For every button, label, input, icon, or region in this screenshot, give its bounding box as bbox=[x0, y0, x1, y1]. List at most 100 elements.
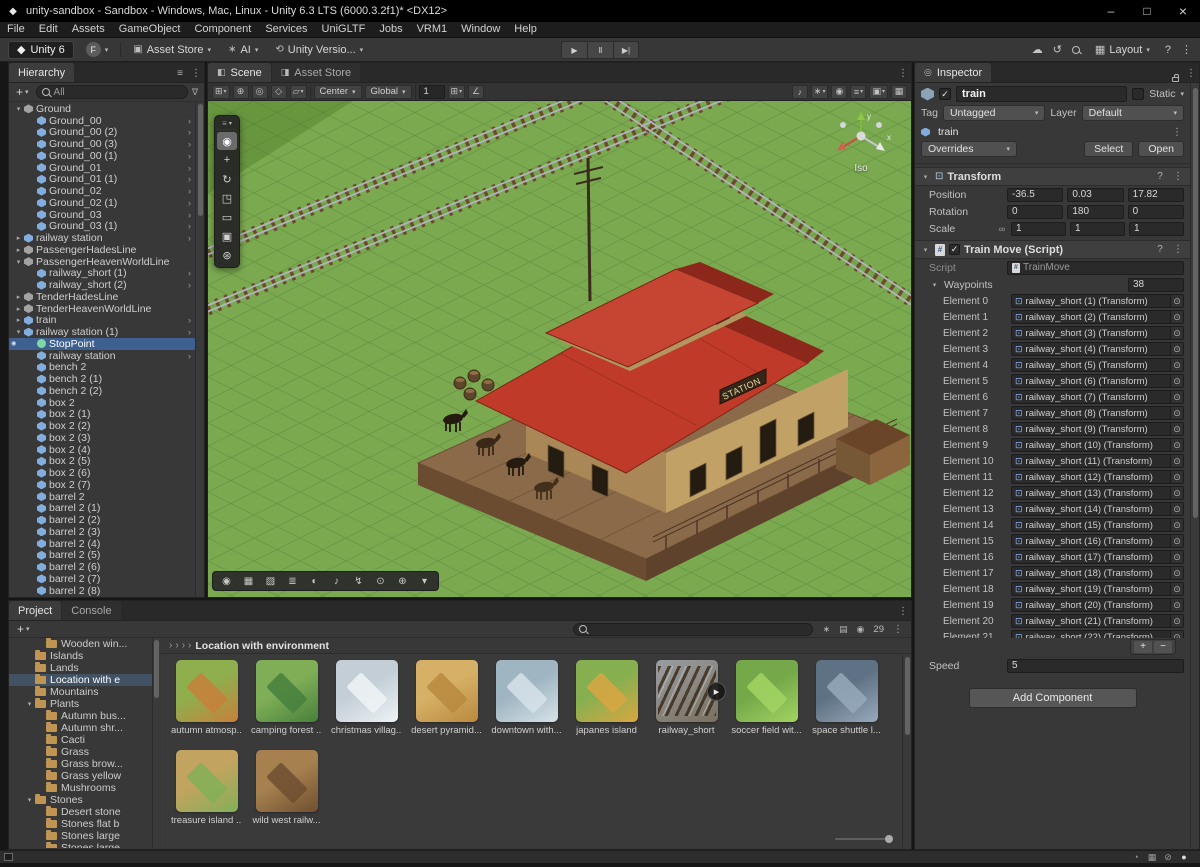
waypoint-element-1[interactable]: Element 1⊡railway_short (2) (Transform)⊙ bbox=[915, 309, 1190, 325]
breadcrumb-chevron-icon[interactable]: › bbox=[188, 640, 191, 651]
asset-autumn-atmosp[interactable]: autumn atmosp... bbox=[171, 660, 242, 736]
prefab-open-button[interactable]: Open bbox=[1138, 141, 1184, 157]
lighting-toggle-icon[interactable]: ◐ bbox=[304, 573, 325, 589]
waypoints-foldout-icon[interactable]: ▾ bbox=[929, 281, 940, 289]
waypoint-element-11[interactable]: Element 11⊡railway_short (12) (Transform… bbox=[915, 469, 1190, 485]
hierarchy-filter-icon[interactable]: ∇ bbox=[192, 87, 200, 98]
measure-icon[interactable]: ⊕ bbox=[392, 573, 413, 589]
object-picker-icon[interactable]: ⊙ bbox=[1170, 375, 1183, 387]
pivot-rotation-toggle[interactable]: ⊕ bbox=[233, 85, 249, 99]
hierarchy-options-icon[interactable]: ≡ bbox=[172, 64, 188, 82]
angle-snap-icon[interactable]: ∠ bbox=[468, 85, 484, 99]
tab-hierarchy[interactable]: Hierarchy bbox=[9, 63, 74, 82]
hierarchy-item-barrel-2-5[interactable]: barrel 2 (5) bbox=[9, 550, 195, 562]
object-field[interactable]: ⊡railway_short (21) (Transform)⊙ bbox=[1011, 614, 1184, 628]
foldout-closed-icon[interactable]: ▸ bbox=[13, 234, 24, 242]
scene-viewport[interactable]: STATION bbox=[208, 101, 911, 597]
folder-stones-large[interactable]: Stones large bbox=[9, 830, 159, 842]
projection-mode-label[interactable]: Iso bbox=[823, 163, 899, 174]
hierarchy-item-ground-00[interactable]: Ground_00› bbox=[9, 115, 195, 127]
transform-tool[interactable]: ▣ bbox=[217, 227, 237, 245]
scene-panel-menu-icon[interactable]: ⋮ bbox=[895, 64, 911, 82]
rect-tool[interactable]: ▭ bbox=[217, 208, 237, 226]
menu-services[interactable]: Services bbox=[258, 22, 314, 38]
object-picker-icon[interactable]: ⊙ bbox=[1170, 631, 1183, 638]
scale-x-field[interactable]: 1 bbox=[1011, 222, 1066, 236]
prefab-overrides-dropdown[interactable]: Overrides▾ bbox=[921, 141, 1017, 157]
hierarchy-item-barrel-2-6[interactable]: barrel 2 (6) bbox=[9, 561, 195, 573]
minimize-button[interactable]: – bbox=[1094, 0, 1128, 22]
zoom-slider-track[interactable] bbox=[835, 838, 888, 840]
shading-mode-icon[interactable]: ▧ bbox=[260, 573, 281, 589]
waypoint-element-13[interactable]: Element 13⊡railway_short (14) (Transform… bbox=[915, 501, 1190, 517]
prefab-children-chevron-icon[interactable]: › bbox=[188, 174, 195, 184]
tab-inspector[interactable]: ◎ Inspector bbox=[915, 63, 991, 82]
project-search-input[interactable] bbox=[573, 623, 813, 636]
folder-grass[interactable]: Grass bbox=[9, 746, 159, 758]
object-field[interactable]: ⊡railway_short (4) (Transform)⊙ bbox=[1011, 342, 1184, 356]
tab-console[interactable]: Console bbox=[62, 601, 120, 620]
object-field[interactable]: ⊡railway_short (14) (Transform)⊙ bbox=[1011, 502, 1184, 516]
layer-dropdown[interactable]: Default▾ bbox=[1082, 105, 1184, 121]
version-control-button[interactable]: ⟲ Unity Versio... ▾ bbox=[270, 41, 368, 59]
menu-edit[interactable]: Edit bbox=[32, 22, 65, 38]
waypoint-element-0[interactable]: Element 0⊡railway_short (1) (Transform)⊙ bbox=[915, 293, 1190, 309]
object-field[interactable]: ⊡railway_short (13) (Transform)⊙ bbox=[1011, 486, 1184, 500]
folder-islands[interactable]: Islands bbox=[9, 650, 159, 662]
hierarchy-item-ground-01-1[interactable]: Ground_01 (1)› bbox=[9, 174, 195, 186]
hierarchy-item-box-2[interactable]: box 2 bbox=[9, 397, 195, 409]
hierarchy-item-box-2-4[interactable]: box 2 (4) bbox=[9, 444, 195, 456]
breadcrumb-chevron-icon[interactable]: › bbox=[182, 640, 185, 651]
pivot-center-toggle[interactable]: ◎ bbox=[252, 85, 268, 99]
array-add-button[interactable]: + bbox=[1134, 641, 1152, 653]
hierarchy-item-railway-short-1[interactable]: railway_short (1)› bbox=[9, 268, 195, 280]
hierarchy-item-train[interactable]: ▸train› bbox=[9, 315, 195, 327]
hierarchy-item-stoppoint[interactable]: ◉StopPoint bbox=[9, 338, 195, 350]
prefab-menu-icon[interactable]: ⋮ bbox=[1170, 127, 1184, 138]
hierarchy-item-ground-03-1[interactable]: Ground_03 (1)› bbox=[9, 221, 195, 233]
folder-tree-scrollbar-thumb[interactable] bbox=[154, 640, 159, 698]
object-picker-icon[interactable]: ⊙ bbox=[1170, 551, 1183, 563]
object-field[interactable]: ⊡railway_short (20) (Transform)⊙ bbox=[1011, 598, 1184, 612]
position-z-field[interactable]: 17.82 bbox=[1128, 188, 1184, 202]
hierarchy-item-bench-2[interactable]: bench 2 bbox=[9, 362, 195, 374]
pivot-mode-dropdown[interactable]: Center▾ bbox=[314, 85, 362, 99]
foldout-closed-icon[interactable]: ▸ bbox=[13, 246, 24, 254]
folder-desert-stone[interactable]: Desert stone bbox=[9, 806, 159, 818]
asset-christmas-villag[interactable]: christmas villag... bbox=[331, 660, 402, 736]
object-field[interactable]: ⊡railway_short (18) (Transform)⊙ bbox=[1011, 566, 1184, 580]
asset-wild-west-railw[interactable]: wild west railw... bbox=[251, 750, 322, 826]
hierarchy-item-ground-02[interactable]: Ground_02› bbox=[9, 185, 195, 197]
foldout-open-icon[interactable]: ▾ bbox=[13, 328, 24, 336]
menu-assets[interactable]: Assets bbox=[65, 22, 112, 38]
asset-camping-forest[interactable]: camping forest ... bbox=[251, 660, 322, 736]
waypoint-element-4[interactable]: Element 4⊡railway_short (5) (Transform)⊙ bbox=[915, 357, 1190, 373]
inspector-menu-icon[interactable]: ⋮ bbox=[1183, 64, 1199, 82]
tab-scene[interactable]: ◧ Scene bbox=[208, 63, 271, 82]
folder-stones-flat-b[interactable]: Stones flat b bbox=[9, 818, 159, 830]
folder-cacti[interactable]: Cacti bbox=[9, 734, 159, 746]
scene-visibility-icon[interactable]: ◉ bbox=[831, 85, 847, 99]
folder-autumn-bus[interactable]: Autumn bus... bbox=[9, 710, 159, 722]
object-picker-icon[interactable]: ⊙ bbox=[1170, 343, 1183, 355]
inspector-scrollbar[interactable] bbox=[1190, 83, 1199, 848]
toolbar-menu-icon[interactable]: ⋮ bbox=[1181, 43, 1192, 56]
paint-tool-dropdown[interactable]: ▱▾ bbox=[290, 85, 307, 99]
create-asset-button[interactable]: +▾ bbox=[14, 622, 33, 636]
folder-wooden-win[interactable]: Wooden win... bbox=[9, 638, 159, 650]
object-picker-icon[interactable]: ⊙ bbox=[370, 573, 391, 589]
menu-gameobject[interactable]: GameObject bbox=[112, 22, 188, 38]
gizmos-toggle[interactable]: ▦ bbox=[891, 85, 907, 99]
object-picker-icon[interactable]: ⊙ bbox=[1170, 471, 1183, 483]
object-picker-icon[interactable]: ⊙ bbox=[1170, 503, 1183, 515]
gameobject-name-field[interactable]: train bbox=[956, 86, 1127, 102]
object-field[interactable]: ⊡railway_short (7) (Transform)⊙ bbox=[1011, 390, 1184, 404]
transform-component-header[interactable]: ▾ ⊡ Transform ? ⋮ bbox=[915, 167, 1190, 186]
scale-tool[interactable]: ◳ bbox=[217, 189, 237, 207]
prefab-children-chevron-icon[interactable]: › bbox=[188, 116, 195, 126]
hierarchy-item-ground-01[interactable]: Ground_01› bbox=[9, 162, 195, 174]
view-hand-tool[interactable]: ◉ bbox=[217, 132, 237, 150]
rotation-y-field[interactable]: 180 bbox=[1067, 205, 1123, 219]
hierarchy-item-box-2-5[interactable]: box 2 (5) bbox=[9, 456, 195, 468]
effects-dropdown[interactable]: ∗▾ bbox=[811, 85, 829, 99]
